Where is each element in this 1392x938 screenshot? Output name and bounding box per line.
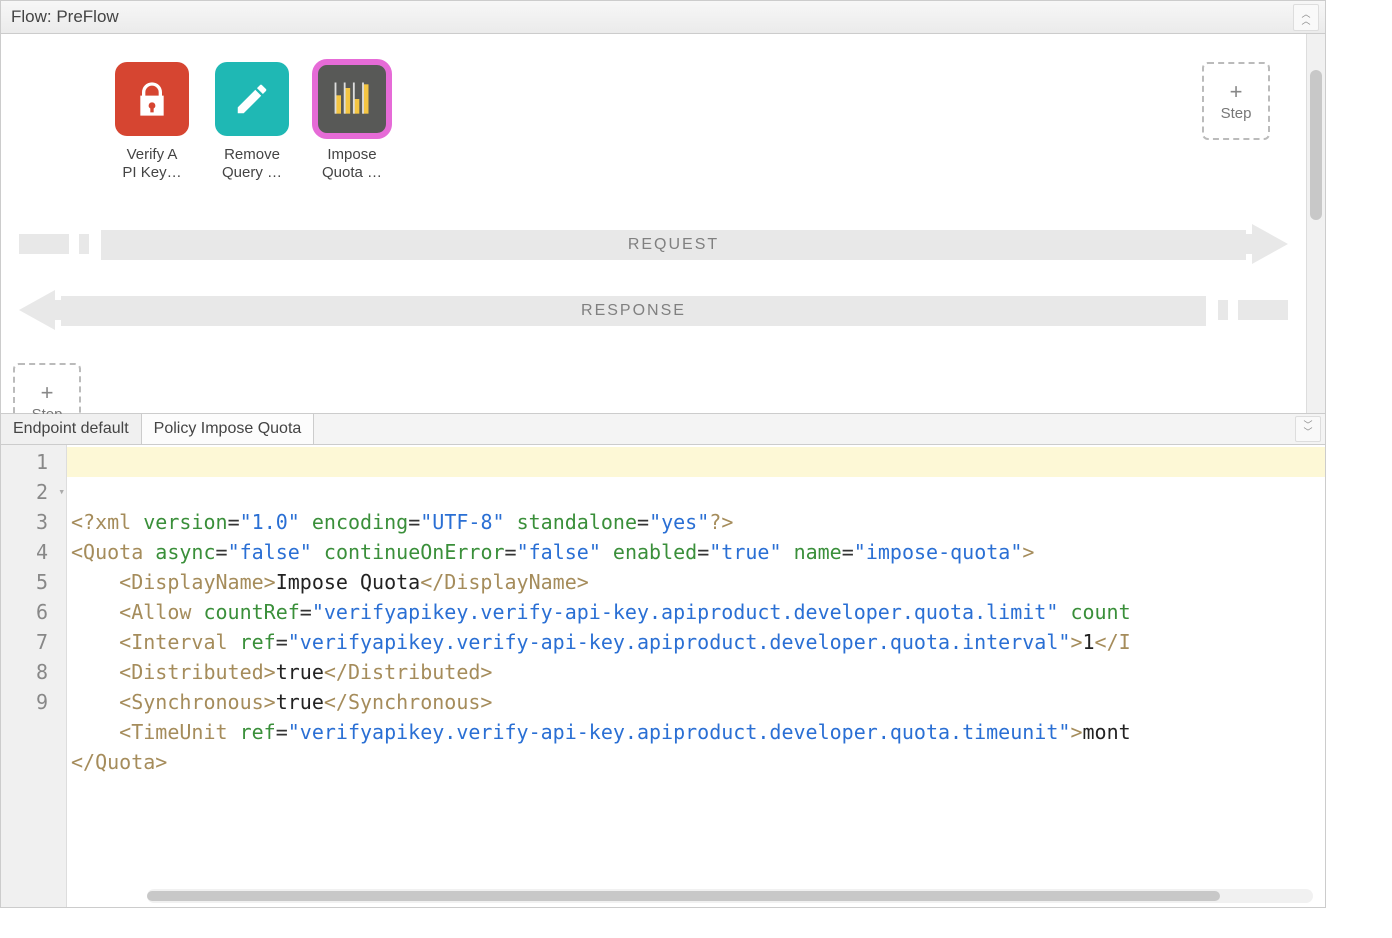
response-flow-bar: RESPONSE (61, 296, 1206, 326)
flow-title: Flow: PreFlow (11, 7, 119, 27)
pencil-icon (215, 62, 289, 136)
line-gutter: 1 2▾ 3 4 5 6 7 8 9 (1, 445, 67, 907)
flow-scrollbar[interactable] (1306, 34, 1325, 413)
policy-impose-quota[interactable]: ImposeQuota … (311, 62, 393, 182)
policy-remove-query[interactable]: RemoveQuery … (211, 62, 293, 182)
plus-icon: + (41, 382, 54, 404)
tab-policy-impose-quota[interactable]: Policy Impose Quota (142, 414, 315, 445)
code-horizontal-scrollbar[interactable] (147, 889, 1313, 903)
code-editor[interactable]: <?xml version="1.0" encoding="UTF-8" sta… (67, 445, 1325, 907)
flow-diagram-pane: Verify API Key… RemoveQuery … (1, 34, 1325, 414)
quota-icon (315, 62, 389, 136)
collapse-toggle-icon[interactable]: ︿︿ (1293, 4, 1319, 31)
arrow-left-icon (19, 290, 55, 330)
policy-verify-api-key[interactable]: Verify API Key… (111, 62, 193, 182)
tab-endpoint-default[interactable]: Endpoint default (1, 414, 142, 444)
add-step-button[interactable]: + Step (1202, 62, 1270, 140)
request-flow-bar: REQUEST (101, 230, 1246, 260)
lock-icon (115, 62, 189, 136)
expand-toggle-icon[interactable]: ﹀﹀ (1295, 416, 1321, 442)
arrow-right-icon (1252, 224, 1288, 264)
plus-icon: + (1230, 81, 1243, 103)
